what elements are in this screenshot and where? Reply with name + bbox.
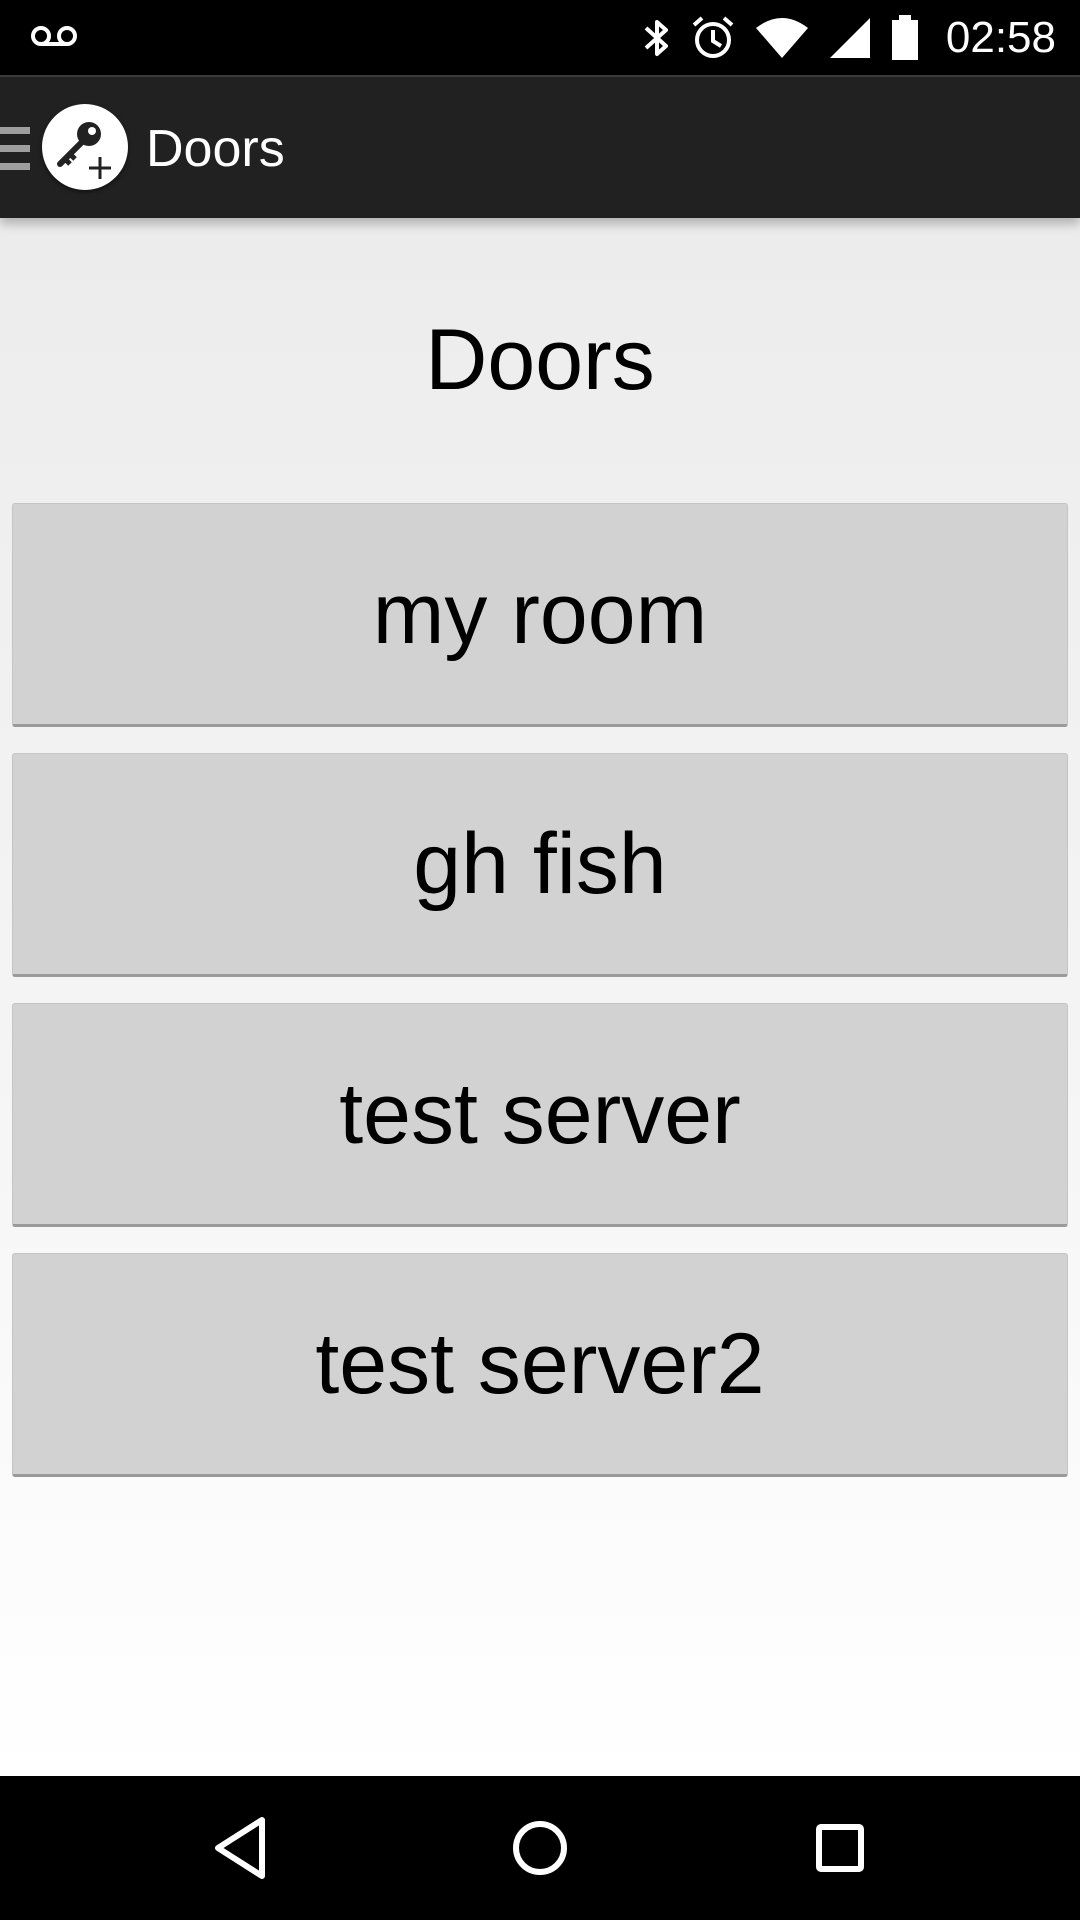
- voicemail-icon: [31, 26, 77, 46]
- app-logo[interactable]: [42, 104, 128, 190]
- alarm-icon: [692, 15, 734, 58]
- app-bar: Doors: [0, 75, 1080, 218]
- recents-icon[interactable]: [790, 1798, 890, 1898]
- door-button-test-server[interactable]: test server: [12, 1003, 1068, 1227]
- navigation-bar: [0, 1776, 1080, 1920]
- status-bar: 02:58: [0, 0, 1080, 75]
- door-button-my-room[interactable]: my room: [12, 503, 1068, 727]
- battery-icon: [891, 14, 918, 60]
- status-time: 02:58: [945, 12, 1056, 62]
- signal-icon: [829, 17, 870, 58]
- page-title: Doors: [425, 312, 655, 408]
- door-button-gh-fish[interactable]: gh fish: [12, 753, 1068, 977]
- main-content: Doors my room gh fish test server test s…: [0, 218, 1080, 1776]
- wifi-icon: [755, 17, 808, 58]
- key-plus-icon: [57, 122, 111, 179]
- home-icon[interactable]: [490, 1798, 590, 1898]
- app-bar-title: Doors: [146, 120, 285, 178]
- door-button-test-server2[interactable]: test server2: [12, 1253, 1068, 1477]
- bluetooth-icon: [644, 19, 668, 56]
- hamburger-icon[interactable]: [0, 127, 30, 171]
- back-icon[interactable]: [190, 1798, 290, 1898]
